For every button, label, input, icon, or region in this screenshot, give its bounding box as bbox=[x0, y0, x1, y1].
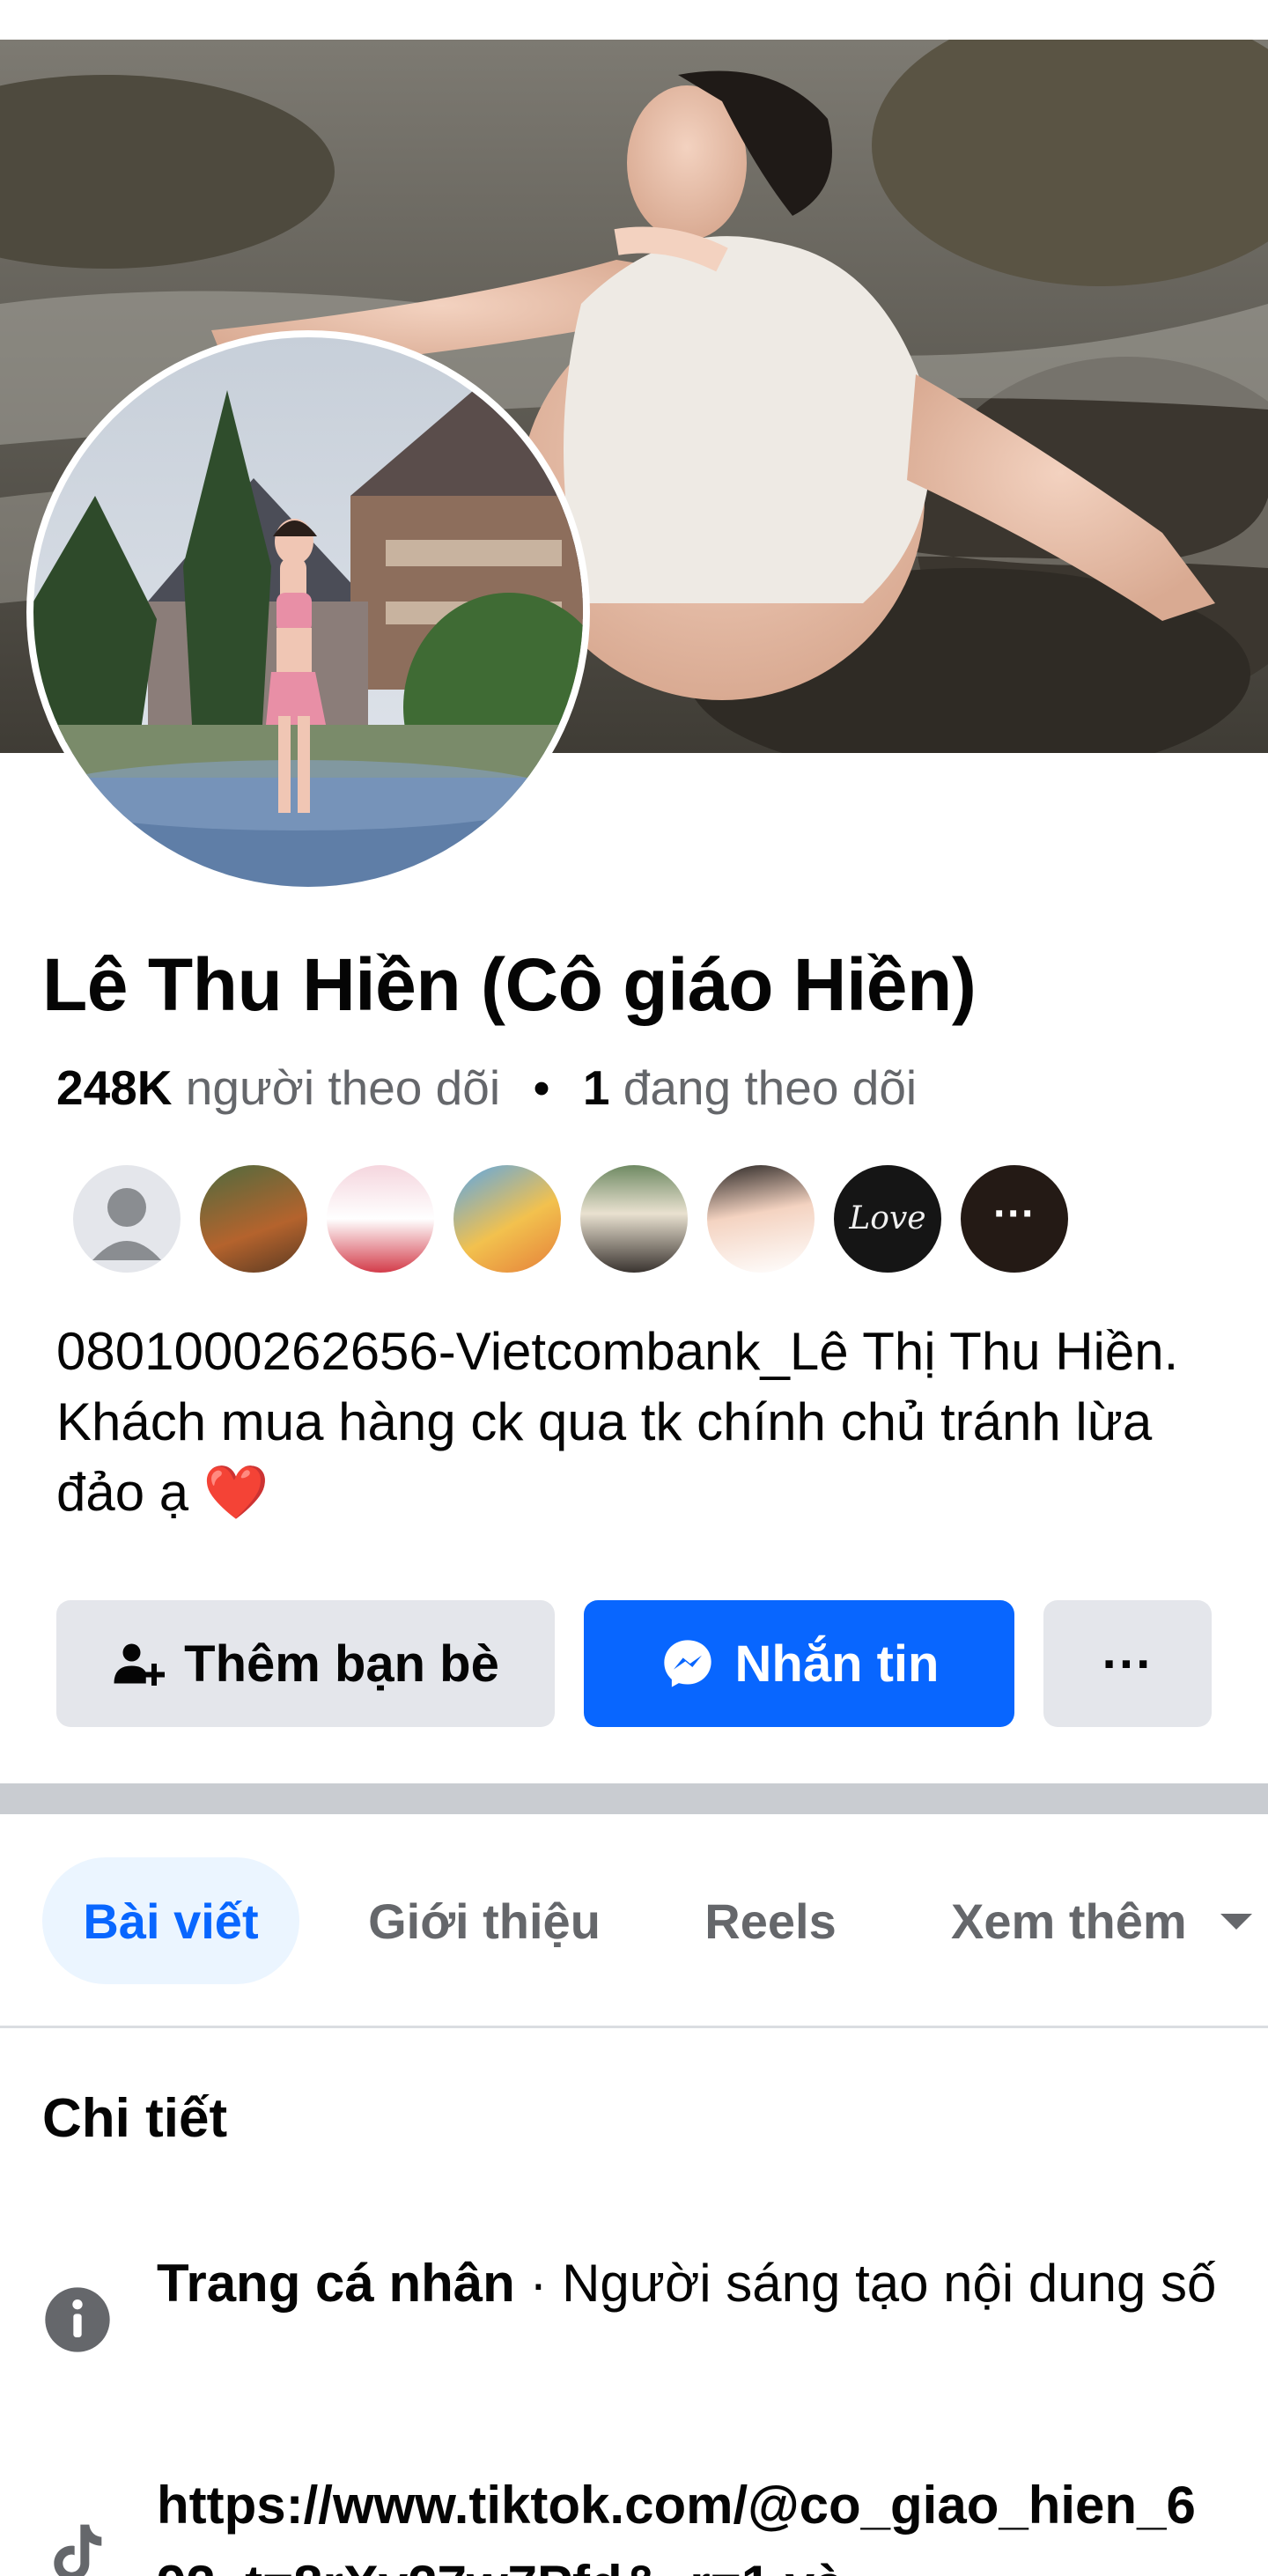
profile-avatar[interactable] bbox=[26, 330, 590, 894]
person-icon bbox=[92, 1188, 161, 1260]
more-icon: ··· bbox=[993, 1191, 1036, 1237]
status-bar-area bbox=[0, 0, 1268, 40]
dropdown-caret-icon bbox=[1220, 1914, 1252, 1930]
tiktok-link[interactable]: https://www.tiktok.com/@co_giao_hien_692… bbox=[157, 2466, 1222, 2576]
details-title: Chi tiết bbox=[42, 2088, 228, 2149]
message-button[interactable]: Nhắn tin bbox=[584, 1600, 1014, 1727]
message-label: Nhắn tin bbox=[734, 1635, 940, 1693]
add-friend-button[interactable]: Thêm bạn bè bbox=[56, 1600, 555, 1727]
tabs-divider bbox=[0, 2026, 1268, 2028]
love-text: Love bbox=[849, 1200, 926, 1236]
page-type-label: Trang cá nhân bbox=[157, 2254, 515, 2313]
see-more-friends[interactable]: ··· bbox=[958, 1163, 1071, 1275]
profile-bio: 0801000262656-Vietcombank_Lê Thị Thu Hiề… bbox=[56, 1322, 1179, 1522]
following-label: đang theo dõi bbox=[623, 1060, 918, 1115]
tiktok-icon bbox=[54, 2524, 102, 2576]
more-actions-button[interactable]: ··· bbox=[1043, 1600, 1212, 1727]
messenger-icon bbox=[663, 1640, 711, 1687]
friend-avatar[interactable] bbox=[451, 1163, 564, 1275]
tab-about[interactable]: Giới thiệu bbox=[335, 1857, 634, 1984]
follow-stats[interactable]: 248K người theo dõi • 1 đang theo dõi bbox=[56, 1059, 917, 1116]
tab-posts[interactable]: Bài viết bbox=[42, 1857, 299, 1984]
following-count: 1 bbox=[582, 1060, 610, 1115]
more-icon: ··· bbox=[1102, 1635, 1154, 1693]
detail-link[interactable]: https://www.tiktok.com/@co_giao_hien_692… bbox=[42, 2466, 1222, 2576]
friend-avatar[interactable] bbox=[324, 1163, 437, 1275]
info-icon bbox=[45, 2287, 110, 2352]
page-type-value: · Người sáng tạo nội dung số bbox=[514, 2254, 1217, 2313]
detail-page-type: Trang cá nhân · Người sáng tạo nội dung … bbox=[42, 2244, 1222, 2420]
section-divider bbox=[0, 1783, 1268, 1814]
followers-count: 248K bbox=[56, 1060, 173, 1115]
default-avatar[interactable] bbox=[70, 1163, 183, 1275]
friend-avatar[interactable] bbox=[197, 1163, 310, 1275]
add-friend-icon bbox=[114, 1643, 166, 1686]
followers-label: người theo dõi bbox=[185, 1060, 501, 1115]
tab-see-more[interactable]: Xem thêm bbox=[907, 1857, 1268, 1984]
friend-avatar[interactable] bbox=[578, 1163, 690, 1275]
separator-dot: • bbox=[533, 1060, 550, 1115]
add-friend-label: Thêm bạn bè bbox=[184, 1635, 499, 1693]
profile-tabs: Bài viết Giới thiệu Reels Xem thêm bbox=[0, 1814, 1268, 2026]
tab-see-more-label: Xem thêm bbox=[951, 1893, 1187, 1949]
profile-name: Lê Thu Hiền (Cô giáo Hiền) bbox=[42, 943, 977, 1026]
friend-avatar[interactable]: Love bbox=[831, 1163, 944, 1275]
friend-avatar[interactable] bbox=[704, 1163, 817, 1275]
tab-reels[interactable]: Reels bbox=[669, 1857, 872, 1984]
